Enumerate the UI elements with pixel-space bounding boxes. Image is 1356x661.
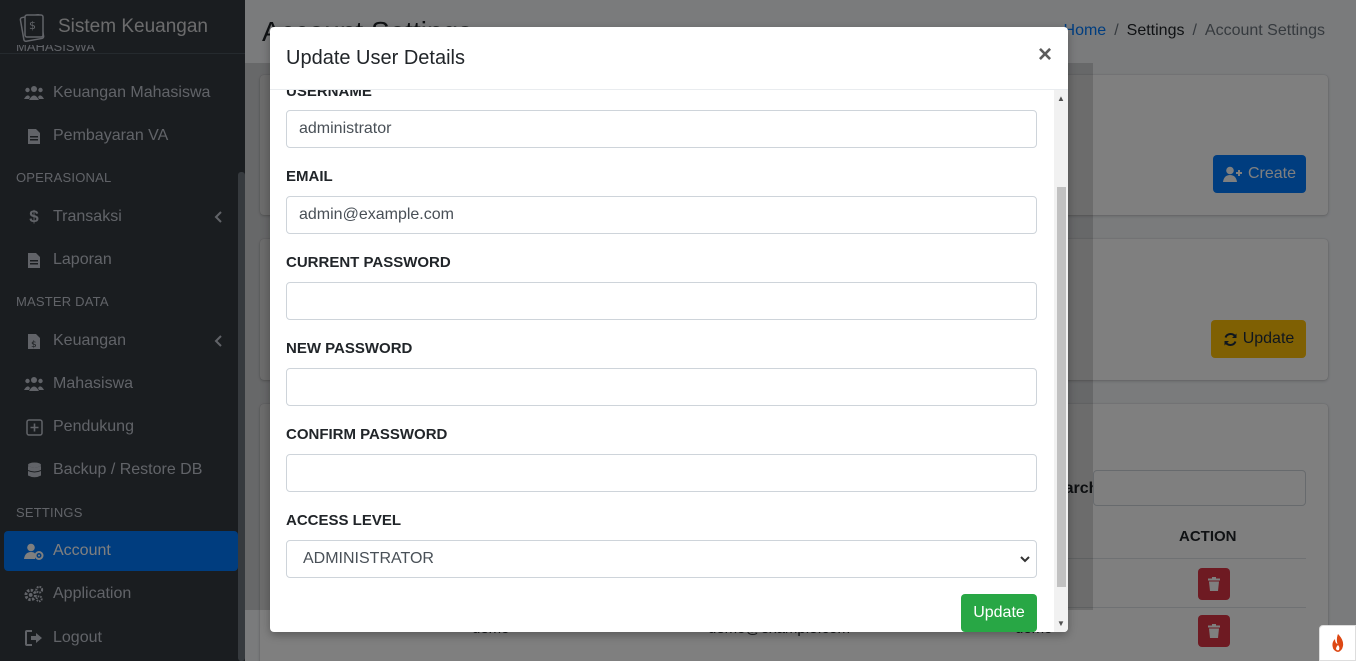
access-level-select[interactable]: ADMINISTRATOR bbox=[286, 540, 1037, 578]
scroll-up-icon[interactable]: ▲ bbox=[1057, 94, 1065, 103]
email-label: EMAIL bbox=[286, 168, 333, 185]
close-icon[interactable]: × bbox=[1038, 43, 1052, 67]
submit-update-button[interactable]: Update bbox=[961, 594, 1037, 632]
new-password-label: NEW PASSWORD bbox=[286, 340, 413, 357]
confirm-password-label: CONFIRM PASSWORD bbox=[286, 426, 448, 443]
new-password-field[interactable] bbox=[286, 368, 1037, 406]
access-level-label: ACCESS LEVEL bbox=[286, 512, 402, 529]
username-field[interactable]: administrator bbox=[286, 110, 1037, 148]
modal-body: USERNAME administrator EMAIL admin@examp… bbox=[270, 90, 1054, 632]
modal-scrollbar[interactable]: ▲ ▼ bbox=[1054, 90, 1068, 632]
scroll-down-icon[interactable]: ▼ bbox=[1057, 619, 1065, 628]
confirm-password-field[interactable] bbox=[286, 454, 1037, 492]
framework-flame-icon[interactable] bbox=[1319, 625, 1356, 661]
chevron-down-icon bbox=[1020, 556, 1030, 563]
update-user-modal: Update User Details × USERNAME administr… bbox=[270, 27, 1068, 632]
current-password-field[interactable] bbox=[286, 282, 1037, 320]
access-level-selected: ADMINISTRATOR bbox=[303, 550, 434, 567]
current-password-label: CURRENT PASSWORD bbox=[286, 254, 451, 271]
modal-header: Update User Details × bbox=[270, 27, 1068, 90]
modal-title: Update User Details bbox=[286, 46, 465, 69]
username-label: USERNAME bbox=[286, 90, 372, 100]
modal-scrollbar-thumb[interactable] bbox=[1057, 187, 1066, 587]
email-field[interactable]: admin@example.com bbox=[286, 196, 1037, 234]
